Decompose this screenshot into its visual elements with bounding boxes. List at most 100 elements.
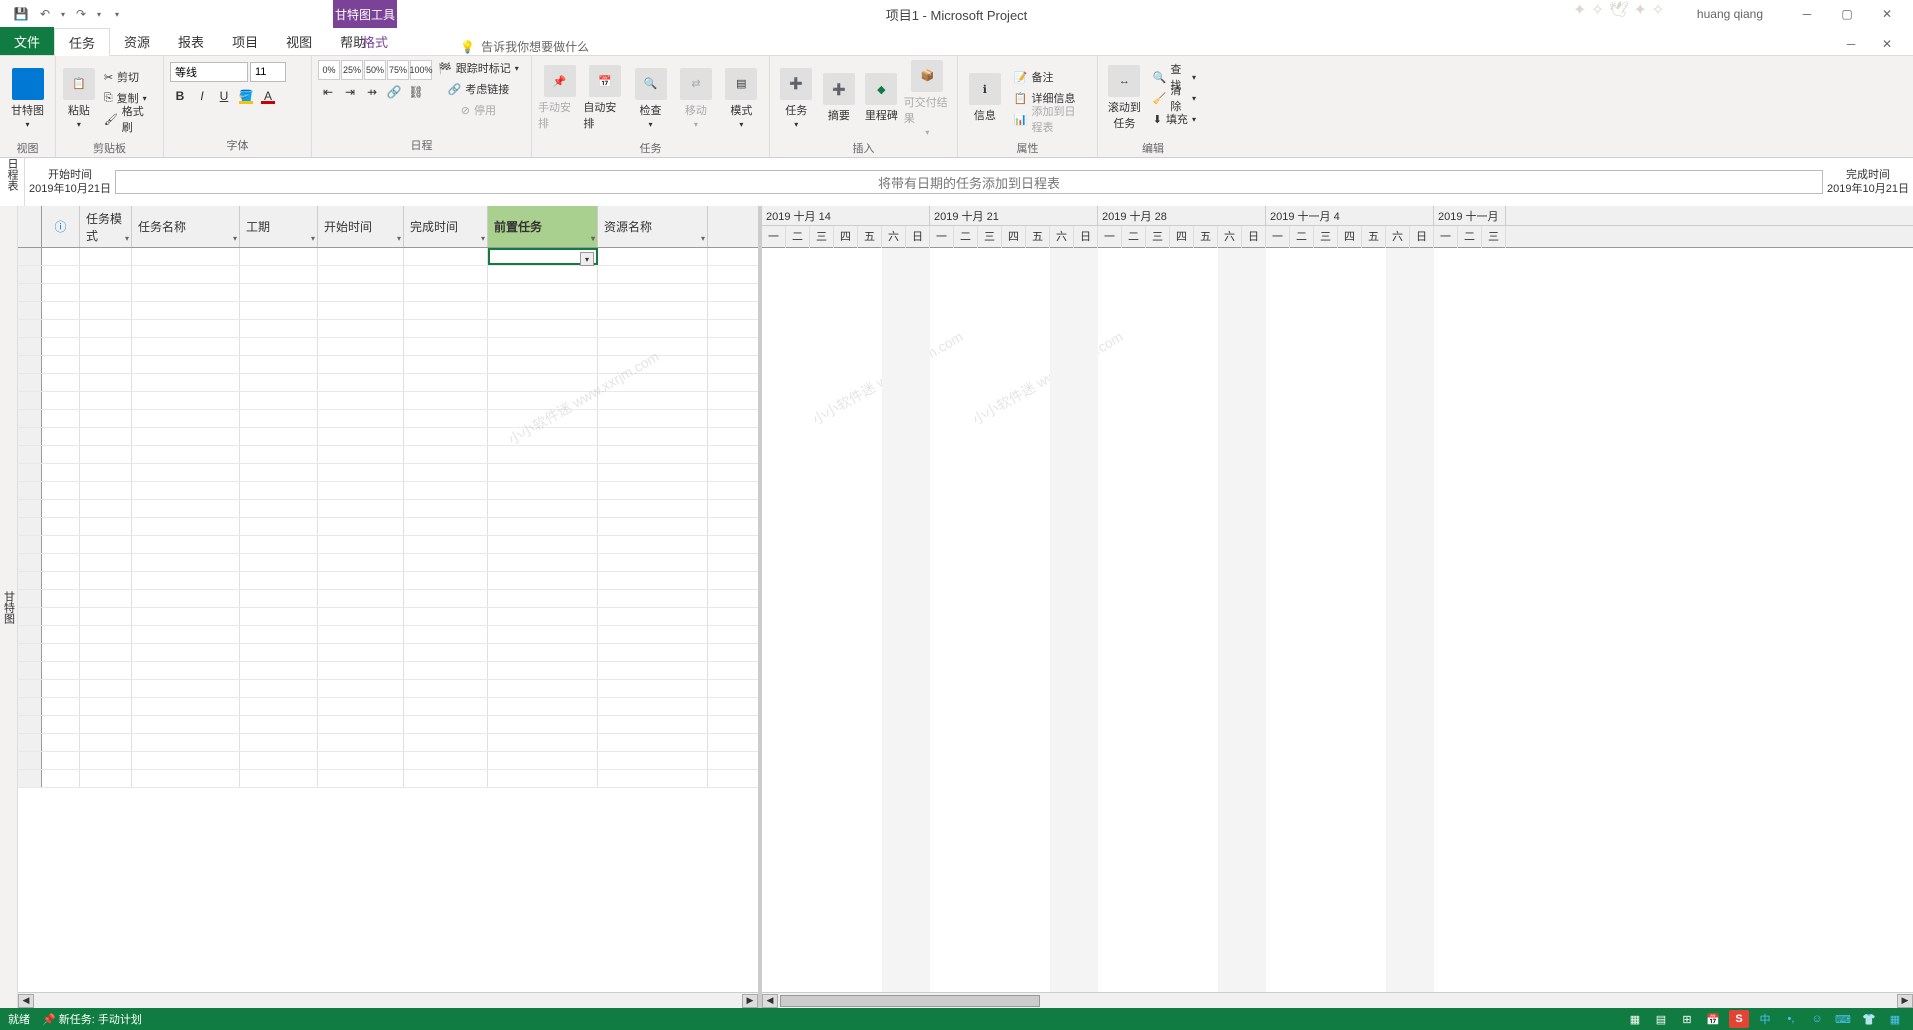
pct-100[interactable]: 100%	[410, 60, 432, 80]
fill-button[interactable]: ⬇填充▾	[1147, 109, 1202, 129]
table-row[interactable]	[18, 320, 758, 338]
dropdown-icon[interactable]: ▾	[125, 234, 129, 243]
table-row[interactable]	[18, 482, 758, 500]
unlink-button[interactable]: ⛓	[406, 82, 426, 102]
col-info[interactable]: ⓘ	[42, 206, 80, 247]
scroll-thumb[interactable]	[780, 995, 1040, 1007]
table-row[interactable]	[18, 410, 758, 428]
fill-color-button[interactable]: 🪣	[236, 86, 256, 106]
col-finish[interactable]: 完成时间▾	[404, 206, 488, 247]
format-painter-button[interactable]: 🖌格式刷	[98, 109, 157, 129]
col-mode[interactable]: 任务模式▾	[80, 206, 132, 247]
tab-resource[interactable]: 资源	[110, 27, 164, 55]
table-row[interactable]	[18, 716, 758, 734]
move-button[interactable]: ⇄移动▾	[674, 58, 717, 138]
inspect-button[interactable]: 🔍检查▾	[629, 58, 672, 138]
dropdown-icon[interactable]: ▾	[481, 234, 485, 243]
col-duration[interactable]: 工期▾	[240, 206, 318, 247]
timeline-track[interactable]: 将带有日期的任务添加到日程表	[115, 170, 1823, 194]
bold-button[interactable]: B	[170, 86, 190, 106]
gantt-hscroll[interactable]: ◀ ▶	[762, 992, 1913, 1008]
outdent-button[interactable]: ⇤	[318, 82, 338, 102]
table-row[interactable]	[18, 284, 758, 302]
link-button[interactable]: 🔗	[384, 82, 404, 102]
scroll-left-icon[interactable]: ◀	[18, 994, 34, 1008]
indent-button[interactable]: ⇥	[340, 82, 360, 102]
tab-view[interactable]: 视图	[272, 27, 326, 55]
underline-button[interactable]: U	[214, 86, 234, 106]
qat-customize-icon[interactable]: ▾	[106, 3, 128, 25]
col-name[interactable]: 任务名称▾	[132, 206, 240, 247]
insert-task-button[interactable]: ➕任务▾	[776, 58, 817, 138]
undo-dropdown-icon[interactable]: ▾	[58, 3, 68, 25]
dropdown-icon[interactable]: ▾	[701, 234, 705, 243]
cell-dropdown-icon[interactable]: ▾	[580, 252, 594, 266]
table-row[interactable]	[18, 734, 758, 752]
italic-button[interactable]: I	[192, 86, 212, 106]
table-row[interactable]	[18, 302, 758, 320]
table-row[interactable]	[18, 518, 758, 536]
view-gantt-icon[interactable]: ▦	[1625, 1010, 1645, 1028]
tab-file[interactable]: 文件	[0, 27, 54, 55]
information-button[interactable]: ℹ信息	[964, 58, 1006, 138]
gantt-view-button[interactable]: 甘特图 ▾	[6, 58, 49, 138]
cut-button[interactable]: ✂剪切	[98, 67, 157, 87]
add-timeline-button[interactable]: 📊添加到日程表	[1008, 109, 1091, 129]
table-row[interactable]	[18, 770, 758, 788]
dropdown-icon[interactable]: ▾	[233, 234, 237, 243]
sub-close-icon[interactable]: ✕	[1871, 33, 1903, 55]
auto-schedule-button[interactable]: 📅自动安排	[583, 58, 626, 138]
ime-s-icon[interactable]: S	[1729, 1010, 1749, 1028]
deliverable-button[interactable]: 📦可交付结果▾	[904, 58, 951, 138]
mode-button[interactable]: ▤模式▾	[720, 58, 763, 138]
clear-button[interactable]: 🧹清除▾	[1147, 88, 1202, 108]
redo-dropdown-icon[interactable]: ▾	[94, 3, 104, 25]
table-row[interactable]	[18, 338, 758, 356]
redo-icon[interactable]: ↷	[70, 3, 92, 25]
table-row[interactable]	[18, 428, 758, 446]
table-row[interactable]	[18, 680, 758, 698]
respect-links-button[interactable]: 🔗考虑链接	[442, 79, 516, 99]
table-row[interactable]	[18, 644, 758, 662]
tab-task[interactable]: 任务	[54, 28, 110, 56]
tell-me-search[interactable]: 💡 告诉我你想要做什么	[460, 38, 589, 55]
table-row[interactable]	[18, 698, 758, 716]
table-row[interactable]	[18, 536, 758, 554]
gantt-rows[interactable]: 小小软件迷 www.xxrjm.com 小小软件迷 www.xxrjm.com	[762, 248, 1913, 992]
table-row[interactable]	[18, 554, 758, 572]
table-row[interactable]	[18, 392, 758, 410]
tab-report[interactable]: 报表	[164, 27, 218, 55]
pct-0[interactable]: 0%	[318, 60, 340, 80]
tab-format[interactable]: 格式	[348, 27, 402, 55]
ime-grid-icon[interactable]: ▦	[1885, 1010, 1905, 1028]
col-predecessors[interactable]: 前置任务▾	[488, 206, 598, 247]
table-row[interactable]	[18, 608, 758, 626]
table-row[interactable]	[18, 374, 758, 392]
inactivate-button[interactable]: ⊘停用	[455, 100, 502, 120]
ime-smile-icon[interactable]: ☺	[1807, 1010, 1827, 1028]
notes-button[interactable]: 📝备注	[1008, 67, 1091, 87]
table-row[interactable]	[18, 500, 758, 518]
scroll-right-icon[interactable]: ▶	[742, 994, 758, 1008]
undo-icon[interactable]: ↶	[34, 3, 56, 25]
tasks-hscroll[interactable]: ◀ ▶	[18, 992, 758, 1008]
dropdown-icon[interactable]: ▾	[311, 234, 315, 243]
table-row[interactable]: ▾	[18, 248, 758, 266]
table-row[interactable]	[18, 590, 758, 608]
font-name-select[interactable]	[170, 62, 248, 82]
ime-zh-icon[interactable]: 中	[1755, 1010, 1775, 1028]
font-color-button[interactable]: A	[258, 86, 278, 106]
font-size-select[interactable]	[250, 62, 286, 82]
paste-button[interactable]: 📋 粘贴 ▾	[62, 58, 96, 138]
scroll-left-icon[interactable]: ◀	[762, 994, 778, 1008]
split-button[interactable]: ⇸	[362, 82, 382, 102]
view-network-icon[interactable]: ⊞	[1677, 1010, 1697, 1028]
scroll-right-icon[interactable]: ▶	[1897, 994, 1913, 1008]
table-row[interactable]	[18, 356, 758, 374]
ime-shirt-icon[interactable]: 👕	[1859, 1010, 1879, 1028]
status-new-task[interactable]: 📌 新任务: 手动计划	[42, 1011, 142, 1027]
select-all-header[interactable]	[18, 206, 42, 247]
ime-keyboard-icon[interactable]: ⌨	[1833, 1010, 1853, 1028]
table-row[interactable]	[18, 572, 758, 590]
table-row[interactable]	[18, 626, 758, 644]
